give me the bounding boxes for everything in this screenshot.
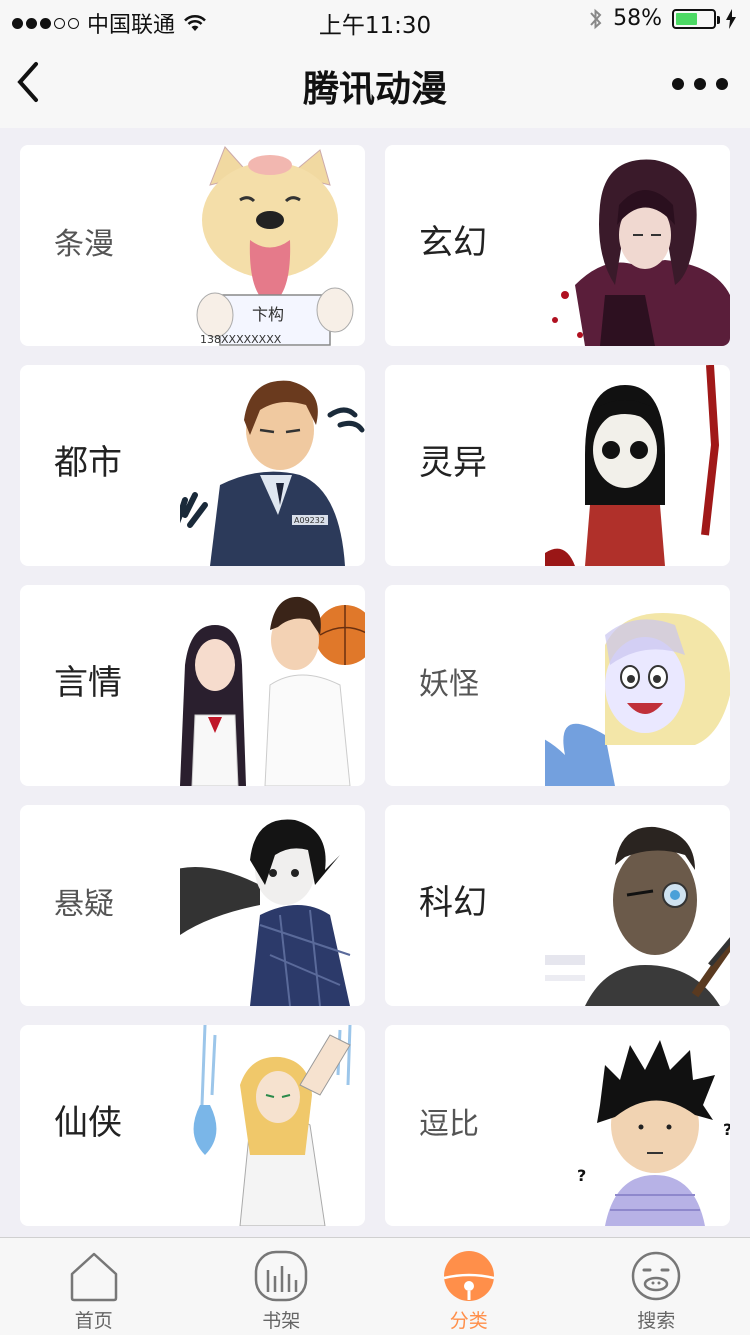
category-label: 言情	[54, 655, 122, 704]
dog-sign-number: 138XXXXXXXX	[200, 333, 282, 346]
category-label: 仙侠	[54, 1095, 122, 1144]
funny-boy-illustration: ? ?	[545, 1025, 730, 1226]
category-label: 条漫	[54, 219, 114, 263]
page-title: 腾讯动漫	[0, 60, 750, 112]
category-label: 灵异	[419, 435, 487, 484]
police-badge-number: A09232	[294, 516, 325, 525]
tab-category[interactable]: 分类	[375, 1238, 563, 1335]
tab-search[interactable]: 搜索	[563, 1238, 750, 1335]
mystery-boy-illustration	[180, 805, 365, 1006]
tab-label: 首页	[75, 1306, 113, 1333]
status-right: 58%	[589, 6, 736, 31]
category-card-doubi[interactable]: 逗比 ? ?	[385, 1025, 730, 1226]
dog-sign-text: 卞构	[252, 305, 284, 324]
category-card-xuanyi[interactable]: 悬疑	[20, 805, 365, 1006]
cyborg-soldier-illustration	[545, 805, 730, 1006]
couple-illustration	[180, 585, 365, 786]
charging-icon	[726, 9, 736, 29]
question-mark: ?	[577, 1166, 586, 1185]
tab-label: 书架	[262, 1306, 300, 1333]
category-label: 妖怪	[419, 659, 479, 703]
category-card-kehuan[interactable]: 科幻	[385, 805, 730, 1006]
category-label: 玄幻	[419, 215, 487, 264]
category-label: 都市	[54, 435, 122, 484]
tab-label: 搜索	[637, 1306, 675, 1333]
category-label: 逗比	[419, 1099, 479, 1143]
bookshelf-icon	[253, 1250, 309, 1302]
category-card-dushi[interactable]: 都市 A09232	[20, 365, 365, 566]
tab-label: 分类	[450, 1306, 488, 1333]
category-card-xuanhuan[interactable]: 玄幻	[385, 145, 730, 346]
battery-level	[676, 13, 697, 25]
status-bar: 中国联通 上午11:30 58%	[0, 0, 750, 40]
tab-bookshelf[interactable]: 书架	[188, 1238, 376, 1335]
category-card-lingyi[interactable]: 灵异	[385, 365, 730, 566]
nav-bar: 腾讯动漫	[0, 40, 750, 128]
immortal-hero-illustration	[180, 1025, 365, 1226]
battery-icon	[672, 9, 716, 29]
more-dot	[672, 78, 684, 90]
search-icon	[628, 1250, 684, 1302]
police-officer-illustration: A09232	[180, 365, 365, 566]
tab-home[interactable]: 首页	[0, 1238, 188, 1335]
monster-girl-illustration	[545, 585, 730, 786]
more-dot	[694, 78, 706, 90]
dog-illustration: 卞构 138XXXXXXXX	[180, 145, 365, 346]
category-card-yanqing[interactable]: 言情	[20, 585, 365, 786]
question-mark: ?	[723, 1120, 730, 1139]
category-label: 科幻	[419, 875, 487, 924]
category-grid: 条漫 卞构 138XXXXXXXX 玄幻	[20, 145, 730, 1226]
category-icon	[441, 1250, 497, 1302]
tab-bar: 首页 书架 分类 搜索	[0, 1237, 750, 1335]
category-card-tiaoman[interactable]: 条漫 卞构 138XXXXXXXX	[20, 145, 365, 346]
home-icon	[66, 1250, 122, 1302]
more-button[interactable]	[672, 74, 728, 94]
category-card-xianxia[interactable]: 仙侠	[20, 1025, 365, 1226]
battery-percent: 58%	[613, 6, 662, 31]
dark-warrior-illustration	[545, 145, 730, 346]
more-dot	[716, 78, 728, 90]
ghost-girl-illustration	[545, 365, 730, 566]
category-label: 悬疑	[54, 879, 114, 923]
bluetooth-icon	[589, 7, 603, 31]
category-card-yaoguai[interactable]: 妖怪	[385, 585, 730, 786]
